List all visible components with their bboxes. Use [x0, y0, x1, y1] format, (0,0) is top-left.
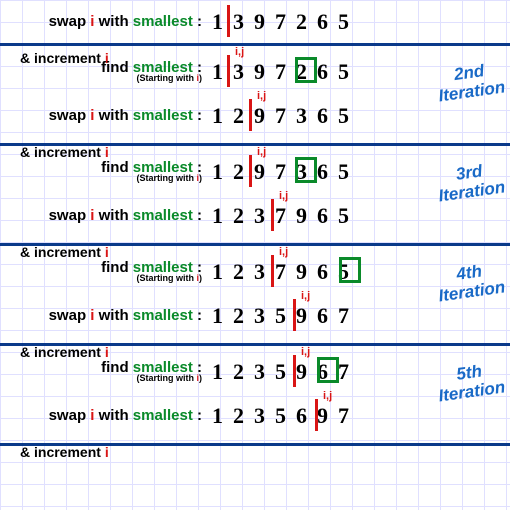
ij-pointer: i,j — [257, 146, 266, 158]
i-separator — [227, 55, 230, 87]
i-separator — [315, 399, 318, 431]
ij-pointer: i,j — [279, 190, 288, 202]
ij-pointer: i,j — [323, 390, 332, 402]
i-separator — [249, 155, 252, 187]
i-separator — [271, 255, 274, 287]
row-label: swap i with smallest : — [10, 208, 202, 225]
iteration-block: find smallest :(Starting with i) 1397265i… — [0, 46, 510, 146]
row-label: swap i with smallest : — [10, 408, 202, 425]
iteration-block: find smallest :(Starting with i) 1297365i… — [0, 146, 510, 246]
find-row: find smallest :(Starting with i) 1297365i… — [10, 150, 500, 194]
smallest-box — [339, 257, 361, 283]
row-label: find smallest :(Starting with i) — [10, 260, 202, 284]
find-row: find smallest :(Starting with i) 1237965i… — [10, 250, 500, 294]
smallest-box — [295, 157, 317, 183]
array-display: 1237965i,j — [212, 259, 359, 285]
array-display: 1235697i,j — [212, 403, 359, 429]
i-separator — [249, 99, 252, 131]
row-label: swap i with smallest : — [10, 108, 202, 125]
array-display: 1397265i,j — [212, 59, 359, 85]
increment-row: & increment i — [10, 430, 500, 474]
iteration-block: find smallest :(Starting with i) 1237965i… — [0, 246, 510, 346]
iteration-block: find smallest :(Starting with i) 1235967i… — [0, 346, 510, 446]
smallest-box — [295, 57, 317, 83]
array-display: 1397265 — [212, 9, 359, 35]
i-separator — [293, 355, 296, 387]
iteration-block: swap i with smallest :1397265& increment… — [0, 0, 510, 46]
array-display: 1297365i,j — [212, 159, 359, 185]
row-label: swap i with smallest : — [10, 308, 202, 325]
i-separator — [293, 299, 296, 331]
row-label: find smallest :(Starting with i) — [10, 360, 202, 384]
array-display: 1237965i,j — [212, 203, 359, 229]
row-label: find smallest :(Starting with i) — [10, 160, 202, 184]
array-display: 1297365i,j — [212, 103, 359, 129]
row-label: find smallest :(Starting with i) — [10, 60, 202, 84]
smallest-box — [317, 357, 339, 383]
i-separator — [227, 5, 230, 37]
ij-pointer: i,j — [301, 290, 310, 302]
ij-pointer: i,j — [235, 46, 244, 58]
ij-pointer: i,j — [279, 246, 288, 258]
i-separator — [271, 199, 274, 231]
array-display: 1235967i,j — [212, 359, 359, 385]
row-label: swap i with smallest : — [10, 14, 202, 31]
ij-pointer: i,j — [301, 346, 310, 358]
ij-pointer: i,j — [257, 90, 266, 102]
find-row: find smallest :(Starting with i) 1235967i… — [10, 350, 500, 394]
find-row: find smallest :(Starting with i) 1397265i… — [10, 50, 500, 94]
array-display: 1235967i,j — [212, 303, 359, 329]
